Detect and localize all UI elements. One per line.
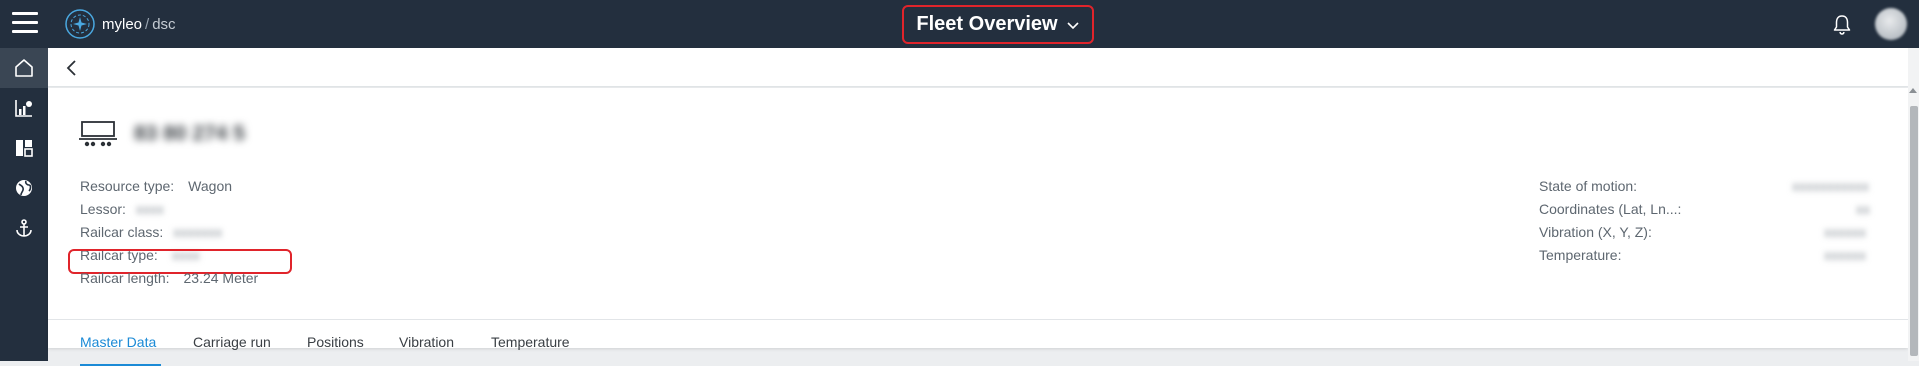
scrollbar[interactable] (1908, 48, 1919, 361)
logo-icon (65, 9, 95, 39)
field-label: Resource type: (80, 178, 175, 194)
logo-name: myleo (102, 15, 143, 33)
main-content: 83 80 274 5 Resource type: Wagon Lessor: x… (48, 48, 1919, 366)
field-label: Vibration (X, Y, Z): (1539, 224, 1652, 240)
field-label: Lessor: (80, 201, 126, 217)
scroll-thumb[interactable] (1910, 106, 1918, 356)
resource-card: 83 80 274 5 Resource type: Wagon Lessor: x… (48, 88, 1908, 366)
redacted-value: xxxxxxxxxxx (1792, 178, 1869, 194)
top-bar: myleo / dsc Fleet Overview (0, 0, 1919, 48)
logo-separator: / (145, 15, 150, 33)
field-temperature: Temperature: (1539, 247, 1621, 263)
redacted-value: xxxxxx (1824, 247, 1866, 263)
field-coordinates: Coordinates (Lat, Ln...: (1539, 201, 1681, 217)
tab-temperature[interactable]: Temperature (491, 334, 570, 350)
wagon-icon (79, 121, 117, 147)
app-logo[interactable]: myleo / dsc (64, 8, 176, 40)
field-value: Wagon (188, 178, 233, 194)
field-value: 23.24 Meter (183, 270, 259, 286)
redacted-value: xxxxxx (1824, 224, 1866, 240)
field-railcar-class: Railcar class: xxxxxxx (80, 224, 222, 240)
bell-icon[interactable] (1830, 13, 1854, 37)
sidebar-item-analytics[interactable] (0, 88, 48, 128)
view-selector-dropdown[interactable]: Fleet Overview (902, 5, 1094, 44)
field-state-of-motion: State of motion: (1539, 178, 1637, 194)
back-arrow-icon[interactable] (62, 58, 82, 78)
view-title: Fleet Overview (916, 13, 1058, 35)
field-label: Railcar class: (80, 224, 164, 240)
redacted-value: xx (1856, 201, 1870, 217)
menu-icon[interactable] (12, 12, 38, 34)
sidebar-item-anchor[interactable] (0, 208, 48, 248)
field-label: Railcar length: (80, 270, 170, 286)
dashboard-icon (16, 140, 33, 157)
tab-vibration[interactable]: Vibration (399, 334, 454, 350)
field-lessor: Lessor: xxxx (80, 201, 164, 217)
field-label: Coordinates (Lat, Ln...: (1539, 201, 1682, 217)
sidebar-item-map[interactable] (0, 168, 48, 208)
redacted-value: xxxx (135, 201, 164, 217)
tab-master-data[interactable]: Master Data (80, 334, 156, 350)
field-resource-type: Resource type: Wagon (80, 178, 232, 194)
chevron-down-icon (1067, 21, 1079, 29)
back-bar (48, 48, 1919, 87)
scroll-up-icon[interactable] (1909, 88, 1917, 93)
home-icon (15, 59, 33, 77)
field-label: Temperature: (1539, 247, 1622, 263)
logo-text: myleo / dsc (102, 16, 176, 33)
sidebar-item-home[interactable] (0, 48, 48, 88)
redacted-value: xxxxxxx (173, 224, 223, 240)
globe-icon (16, 180, 32, 196)
field-label: State of motion: (1539, 178, 1638, 194)
logo-product: dsc (152, 15, 176, 33)
tab-positions[interactable]: Positions (307, 334, 364, 350)
tab-carriage-run[interactable]: Carriage run (193, 334, 271, 350)
divider (48, 319, 1908, 320)
field-railcar-length: Railcar length: 23.24 Meter (80, 270, 258, 286)
sidebar-item-dashboard[interactable] (0, 128, 48, 168)
resource-id: 83 80 274 5 (134, 122, 245, 145)
chart-icon (15, 100, 32, 117)
anchor-icon (16, 219, 32, 237)
sidebar (0, 48, 48, 361)
field-vibration: Vibration (X, Y, Z): (1539, 224, 1652, 240)
user-avatar[interactable] (1875, 8, 1907, 40)
